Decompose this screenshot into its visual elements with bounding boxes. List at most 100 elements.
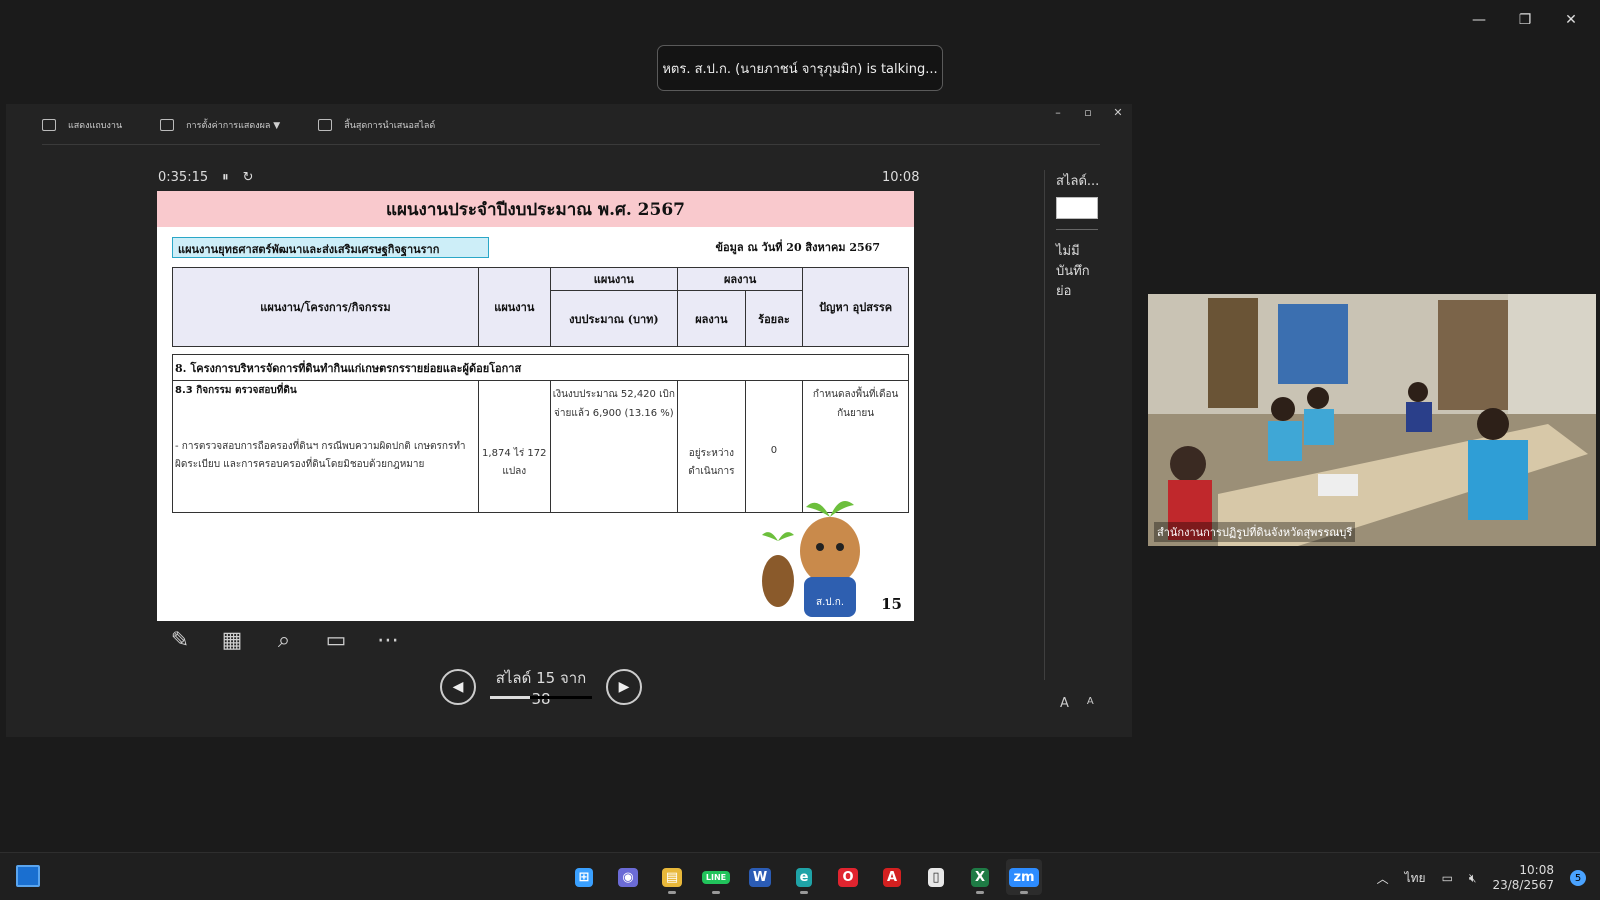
end-slideshow-icon <box>318 119 333 131</box>
volume-muted-icon[interactable]: 🔇︎ <box>1469 871 1477 886</box>
activity-item: - การตรวจสอบการถือครองที่ดินฯ กรณีพบความ… <box>175 441 466 470</box>
slide-subheader: แผนงานยุทธศาสตร์พัฒนาและส่งเสริมเศรษฐกิจ… <box>157 227 914 258</box>
end-slideshow-label: สิ้นสุดการนำเสนอสไลด์ <box>344 121 436 131</box>
next-slide-thumbnail[interactable] <box>1056 197 1098 219</box>
taskbar-acrobat-icon[interactable]: A <box>874 859 910 895</box>
running-indicator <box>712 891 720 894</box>
table-header: แผนงาน/โครงการ/กิจกรรม แผนงาน แผนงาน ผลง… <box>172 267 909 347</box>
taskbar-word-icon[interactable]: W <box>742 859 778 895</box>
running-indicator <box>800 891 808 894</box>
section-title: 8. โครงการบริหารจัดการที่ดินทำกินแก่เกษต… <box>172 354 909 381</box>
pen-icon[interactable]: ✎ <box>164 624 196 656</box>
window-controls: — ❐ ✕ <box>1456 8 1594 32</box>
header-result: ผลงาน <box>677 290 746 347</box>
font-size-controls: A A <box>1060 696 1094 711</box>
activity-title: 8.3 กิจกรรม ตรวจสอบที่ดิน <box>175 385 297 396</box>
panel-divider <box>1044 170 1045 680</box>
pause-icon[interactable]: ⏸ <box>222 170 229 185</box>
participant-video[interactable]: สำนักงานการปฏิรูปที่ดินจังหวัดสุพรรณบุรี <box>1148 294 1596 546</box>
header-result-group: ผลงาน <box>676 267 804 291</box>
prev-slide-button[interactable]: ◀ <box>440 669 476 705</box>
zoom-icon[interactable]: ⌕ <box>268 624 300 656</box>
taskbar-word-glyph: W <box>748 867 772 887</box>
tray-time: 10:08 <box>1519 863 1554 877</box>
slide-counter: สไลด์ 15 จาก 38 <box>495 669 587 708</box>
next-slide-button[interactable]: ▶ <box>606 669 642 705</box>
end-slideshow-button[interactable]: สิ้นสุดการนำเสนอสไลด์ <box>318 118 435 132</box>
more-icon[interactable]: ⋯ <box>372 624 404 656</box>
slide-navigation: ◀ สไลด์ 15 จาก 38 ▶ <box>440 666 642 708</box>
running-indicator <box>976 891 984 894</box>
running-indicator <box>668 891 676 894</box>
presenter-minimize-button[interactable]: – <box>1050 106 1066 119</box>
notes-panel: สไลด์... ไม่มีบันทึกย่อ <box>1056 170 1116 302</box>
slide-title: แผนงานประจำปีงบประมาณ พ.ศ. 2567 <box>157 191 914 227</box>
presenter-window-controls: – ▫ ✕ <box>1050 106 1126 119</box>
taskbar-zoom-glyph: zm <box>1009 867 1039 887</box>
taskbar-opera-icon[interactable]: O <box>830 859 866 895</box>
next-slide-title: สไลด์... <box>1056 174 1100 189</box>
presenter-view: แสดงแถบงาน การตั้งค่าการแสดงผล ▼ สิ้นสุด… <box>6 104 1132 737</box>
taskbar-explorer-icon[interactable]: ▤ <box>654 859 690 895</box>
taskbar: ⊞ ◉ ▤ LINE We O A ▯ Xzm ︿ ไทย ▭ 🔇︎ 10:08 23/8/25… <box>0 852 1600 900</box>
taskbar-excel-glyph: X <box>970 867 990 887</box>
taskbar-acrobat-glyph: A <box>882 867 902 887</box>
elapsed-time: 0:35:15 <box>158 170 209 185</box>
header-plan: แผนงาน <box>477 267 551 347</box>
network-icon[interactable]: ▭ <box>1442 871 1453 885</box>
taskbar-line-icon[interactable]: LINE <box>698 859 734 895</box>
taskbar-icon <box>42 119 56 131</box>
header-project: แผนงาน/โครงการ/กิจกรรม <box>172 267 479 347</box>
display-settings-icon <box>160 119 175 131</box>
taskbar-start-icon[interactable]: ⊞ <box>566 859 602 895</box>
language-indicator[interactable]: ไทย <box>1405 869 1426 888</box>
show-taskbar-label: แสดงแถบงาน <box>68 121 123 131</box>
presenter-close-button[interactable]: ✕ <box>1110 106 1126 119</box>
taskbar-edge-icon[interactable]: e <box>786 859 822 895</box>
tray-date: 23/8/2567 <box>1492 878 1554 892</box>
clock-date[interactable]: 10:08 23/8/2567 <box>1492 863 1554 893</box>
taskbar-zoom-icon[interactable]: zm <box>1006 859 1042 895</box>
screen-icon[interactable]: ▭ <box>320 624 352 656</box>
current-slide[interactable]: แผนงานประจำปีงบประมาณ พ.ศ. 2567 แผนงานยุ… <box>157 191 914 621</box>
font-increase-button[interactable]: A <box>1060 696 1069 711</box>
strategy-label: แผนงานยุทธศาสตร์พัฒนาและส่งเสริมเศรษฐกิจ… <box>172 237 489 258</box>
system-tray: ︿ ไทย ▭ 🔇︎ 10:08 23/8/2567 5 <box>1377 863 1586 893</box>
current-time: 10:08 <box>882 170 920 185</box>
presenter-tools: ✎ ▦ ⌕ ▭ ⋯ <box>164 624 404 656</box>
display-settings-button[interactable]: การตั้งค่าการแสดงผล ▼ <box>160 118 280 132</box>
taskbar-notepad-icon[interactable]: ▯ <box>918 859 954 895</box>
taskbar-start-glyph: ⊞ <box>574 867 594 887</box>
chevron-up-icon[interactable]: ︿ <box>1377 870 1389 887</box>
header-budget: งบประมาณ (บาท) <box>549 290 679 347</box>
taskbar-line-glyph: LINE <box>701 870 731 884</box>
display-settings-label: การตั้งค่าการแสดงผล ▼ <box>186 121 281 131</box>
restart-icon[interactable]: ↻ <box>243 170 254 185</box>
taskbar-teams-icon[interactable]: ◉ <box>610 859 646 895</box>
grid-icon[interactable]: ▦ <box>216 624 248 656</box>
as-of-date: ข้อมูล ณ วันที่ 20 สิงหาคม 2567 <box>715 241 880 254</box>
slide-progress-fill <box>490 696 530 699</box>
minimize-button[interactable]: — <box>1456 8 1502 32</box>
close-button[interactable]: ✕ <box>1548 8 1594 32</box>
slide-progress-bar <box>490 696 592 699</box>
restore-button[interactable]: ❐ <box>1502 8 1548 32</box>
notification-badge[interactable]: 5 <box>1570 870 1586 886</box>
video-name-label: สำนักงานการปฏิรูปที่ดินจังหวัดสุพรรณบุรี <box>1154 522 1356 542</box>
result-value: อยู่ระหว่างดำเนินการ <box>677 380 746 513</box>
slide-page-number: 15 <box>881 595 902 613</box>
header-plan-group: แผนงาน <box>549 267 679 291</box>
speaker-notes: ไม่มีบันทึกย่อ <box>1056 244 1090 299</box>
show-taskbar-button[interactable]: แสดงแถบงาน <box>42 118 122 132</box>
toolbar-divider <box>42 144 1100 145</box>
running-indicator <box>1020 891 1028 894</box>
presenter-restore-button[interactable]: ▫ <box>1080 106 1096 119</box>
taskbar-opera-glyph: O <box>838 867 858 887</box>
font-decrease-button[interactable]: A <box>1087 696 1094 711</box>
header-problems: ปัญหา อุปสรรค <box>802 267 909 347</box>
thumbnail-divider <box>1056 229 1098 230</box>
taskbar-excel-icon[interactable]: X <box>962 859 998 895</box>
widgets-icon[interactable] <box>16 865 40 887</box>
mascot-label: ส.ป.ก. <box>816 597 844 608</box>
talking-indicator: หตร. ส.ป.ก. (นายภาชน์ จารุภุมมิก) is tal… <box>657 45 943 91</box>
